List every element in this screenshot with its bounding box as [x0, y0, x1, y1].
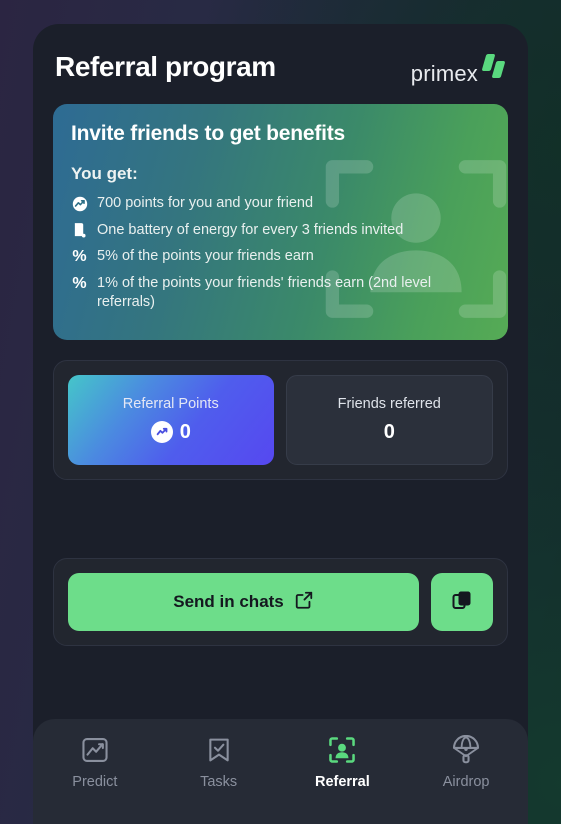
copy-link-button[interactable]: [431, 572, 493, 631]
app-panel: Referral program primex Invite friends t…: [33, 24, 528, 824]
stat-value: 0: [179, 420, 191, 443]
nav-item-airdrop[interactable]: Airdrop: [404, 735, 528, 790]
logo-mark-icon: [480, 54, 506, 84]
percent-icon: %: [72, 248, 87, 266]
stats-card: Referral Points 0 Friends referred 0: [53, 359, 508, 480]
share-card: Send in chats: [53, 557, 508, 646]
percent-icon: %: [72, 274, 87, 292]
benefit-text: 700 points for you and your friend: [97, 195, 314, 211]
copy-icon: [451, 589, 473, 614]
points-circle-icon: [71, 195, 88, 213]
nav-label: Airdrop: [442, 774, 490, 790]
points-circle-icon: [150, 421, 173, 444]
benefit-text: One battery of energy for every 3 friend…: [97, 221, 404, 238]
nav-label: Predict: [72, 774, 118, 790]
benefit-text: 5% of the points your friends earn: [97, 248, 314, 265]
benefit-item: % 5% of the points your friends earn: [71, 247, 490, 267]
stat-referral-points[interactable]: Referral Points 0: [68, 374, 274, 465]
benefits-list: 700 points for you and your friend One b…: [71, 194, 490, 313]
send-in-chats-label: Send in chats: [173, 591, 284, 611]
benefit-item: 700 points for you and your friend: [71, 194, 490, 214]
benefit-item: % 1% of the points your friends' friends…: [71, 274, 490, 313]
external-link-icon: [294, 590, 314, 613]
share-row: Send in chats: [68, 572, 493, 631]
bookmark-check-icon: [208, 738, 229, 762]
stat-value-row: 0: [78, 421, 264, 444]
benefits-card: Invite friends to get benefits You get: …: [53, 104, 508, 340]
stats-row: Referral Points 0 Friends referred 0: [68, 374, 493, 465]
stat-label: Friends referred: [337, 395, 441, 412]
stat-value-row: 0: [297, 421, 483, 444]
nav-item-referral[interactable]: Referral: [281, 735, 405, 790]
battery-icon: [71, 222, 88, 240]
nav-label: Referral: [314, 774, 370, 790]
nav-item-predict[interactable]: Predict: [33, 735, 157, 790]
nav-item-tasks[interactable]: Tasks: [157, 735, 281, 790]
send-in-chats-button[interactable]: Send in chats: [68, 572, 419, 631]
layout-spacer: [53, 480, 508, 538]
nav-label: Tasks: [200, 774, 238, 790]
primex-logo: primex: [410, 50, 506, 86]
benefits-title: Invite friends to get benefits: [71, 122, 346, 145]
chart-frame-icon: [82, 738, 108, 762]
person-scan-icon: [329, 737, 356, 763]
benefit-text: 1% of the points your friends' friends e…: [97, 274, 432, 311]
stat-friends-referred[interactable]: Friends referred 0: [285, 374, 493, 465]
content-area: Referral program primex Invite friends t…: [33, 24, 528, 719]
page-title: Referral program: [55, 51, 276, 82]
stat-value: 0: [383, 420, 395, 443]
bottom-nav: Predict Tasks Referral Airdrop: [33, 719, 528, 824]
benefits-subtitle: You get:: [71, 164, 138, 183]
parachute-icon: [453, 735, 480, 764]
brand-name: primex: [410, 61, 478, 86]
benefit-item: One battery of energy for every 3 friend…: [71, 221, 490, 241]
stat-label: Referral Points: [122, 395, 219, 412]
app-header: Referral program primex: [53, 24, 508, 104]
